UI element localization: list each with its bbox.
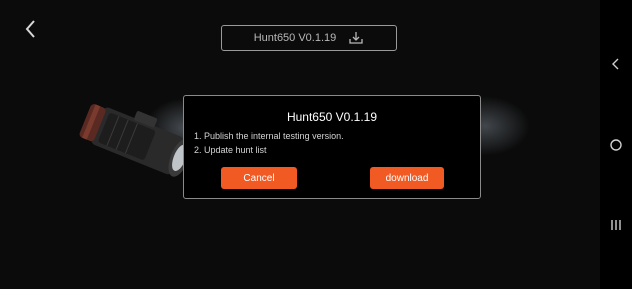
dialog-title: Hunt650 V0.1.19 xyxy=(286,110,378,124)
release-note-item: 1. Publish the internal testing version. xyxy=(194,131,344,141)
nav-home-icon[interactable] xyxy=(609,138,623,152)
nav-back-icon[interactable] xyxy=(609,57,623,71)
update-dialog: Hunt650 V0.1.19 1. Publish the internal … xyxy=(183,95,481,199)
cancel-button[interactable]: Cancel xyxy=(221,167,297,189)
release-note-item: 2. Update hunt list xyxy=(194,145,267,155)
system-navigation-bar xyxy=(600,0,632,289)
thermal-scope-device-image xyxy=(79,104,191,177)
nav-recents-icon[interactable] xyxy=(609,218,623,232)
app-screen: Hunt650 V0.1.19 Hunt650 V0.1.19 1. Publi… xyxy=(0,0,600,289)
back-button[interactable] xyxy=(20,18,42,40)
release-notes: 1. Publish the internal testing version.… xyxy=(194,129,344,157)
firmware-version-button[interactable]: Hunt650 V0.1.19 xyxy=(221,25,397,51)
firmware-version-label: Hunt650 V0.1.19 xyxy=(253,32,337,44)
download-button[interactable]: download xyxy=(370,167,444,189)
download-tray-icon xyxy=(349,32,363,44)
chevron-left-icon xyxy=(25,20,35,38)
